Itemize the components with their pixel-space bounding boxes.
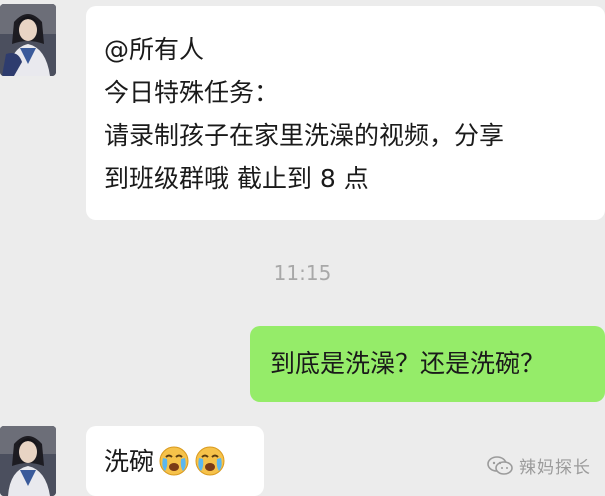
watermark: 辣妈探长 — [487, 453, 591, 478]
watermark-text: 辣妈探长 — [519, 458, 591, 478]
wechat-logo-icon — [487, 455, 513, 475]
sender-avatar[interactable] — [0, 4, 56, 76]
message-line: @所有人 — [104, 35, 205, 64]
message-line: 今日特殊任务： — [104, 78, 280, 107]
message-timestamp: 11:15 — [273, 261, 332, 285]
message-bubble-incoming[interactable]: 洗碗 — [86, 426, 264, 496]
message-bubble-outgoing[interactable]: 到底是洗澡？还是洗碗？ — [250, 326, 605, 402]
message-text: 到底是洗澡？还是洗碗？ — [270, 349, 546, 378]
message-text: 洗碗 — [104, 446, 155, 476]
crying-face-emoji-icon — [194, 445, 226, 477]
message-line: 请录制孩子在家里洗澡的视频，分享 — [104, 121, 505, 150]
message-line: 到班级群哦 截止到 8 点 — [104, 164, 369, 193]
sender-avatar[interactable] — [0, 426, 56, 496]
message-bubble-incoming[interactable]: @所有人 今日特殊任务： 请录制孩子在家里洗澡的视频，分享 到班级群哦 截止到 … — [86, 6, 605, 220]
crying-face-emoji-icon — [158, 445, 190, 477]
